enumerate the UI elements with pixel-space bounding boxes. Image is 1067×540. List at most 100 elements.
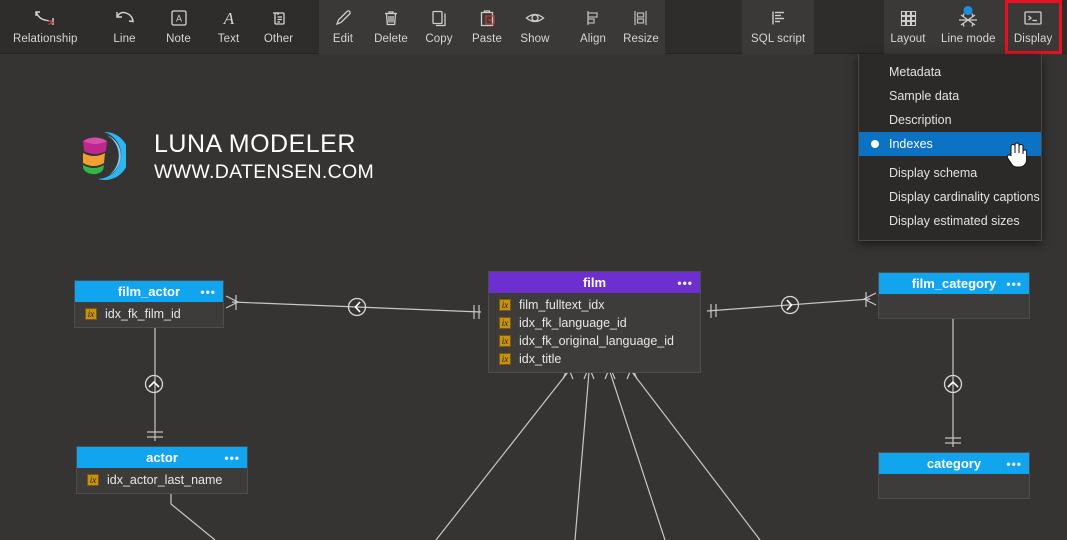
table-header[interactable]: category ••• <box>879 453 1029 474</box>
index-row[interactable]: ix film_fulltext_idx <box>489 296 700 314</box>
relationship-icon <box>33 5 57 31</box>
table-header[interactable]: actor ••• <box>77 447 247 468</box>
index-icon: ix <box>499 335 511 347</box>
index-name: film_fulltext_idx <box>519 298 605 312</box>
index-row[interactable]: ix idx_fk_film_id <box>75 305 223 323</box>
paste-icon <box>476 5 498 31</box>
resize-icon <box>630 5 652 31</box>
layout-button[interactable]: Layout <box>884 0 932 54</box>
table-menu-icon[interactable]: ••• <box>1006 458 1022 470</box>
table-name: actor <box>146 450 178 465</box>
text-icon: A <box>218 5 240 31</box>
table-menu-icon[interactable]: ••• <box>1006 278 1022 290</box>
edit-label: Edit <box>332 33 354 45</box>
pencil-icon <box>332 5 354 31</box>
menu-item-label: Display cardinality captions <box>889 190 1040 204</box>
index-name: idx_fk_film_id <box>105 307 181 321</box>
menu-item-metadata[interactable]: Metadata <box>859 60 1041 84</box>
sql-script-label: SQL script <box>751 33 806 45</box>
menu-item-display-cardinality-captions[interactable]: Display cardinality captions <box>859 185 1041 209</box>
line-mode-indicator-dot <box>963 6 973 15</box>
relationship-button[interactable]: Relationship <box>4 0 87 54</box>
index-icon: ix <box>85 308 97 320</box>
toolbar-group-view: Layout Line mode Display <box>884 0 1062 54</box>
table-header[interactable]: film_category ••• <box>879 273 1029 294</box>
other-icon <box>268 5 290 31</box>
table-name: film_actor <box>117 284 181 299</box>
index-icon: ix <box>87 474 99 486</box>
mouse-cursor-hand-icon <box>1004 140 1030 175</box>
relationship-label: Relationship <box>13 33 78 45</box>
index-row[interactable]: ix idx_actor_last_name <box>77 471 247 489</box>
other-button[interactable]: Other <box>255 0 303 54</box>
index-name: idx_actor_last_name <box>107 473 223 487</box>
table-film[interactable]: film ••• ix film_fulltext_idx ix idx_fk_… <box>488 271 701 373</box>
note-button[interactable]: A Note <box>155 0 203 54</box>
svg-text:A: A <box>222 9 234 28</box>
table-header[interactable]: film_actor ••• <box>75 281 223 302</box>
delete-button[interactable]: Delete <box>367 0 415 54</box>
table-name: film_category <box>911 276 997 291</box>
index-name: idx_fk_original_language_id <box>519 334 674 348</box>
menu-item-description[interactable]: Description <box>859 108 1041 132</box>
table-film-category[interactable]: film_category ••• <box>878 272 1030 319</box>
menu-item-display-estimated-sizes[interactable]: Display estimated sizes <box>859 209 1041 233</box>
index-row[interactable]: ix idx_fk_original_language_id <box>489 332 700 350</box>
line-mode-label: Line mode <box>941 33 996 45</box>
menu-item-label: Metadata <box>889 65 942 79</box>
index-name: idx_title <box>519 352 562 366</box>
luna-modeler-logo-icon <box>74 128 129 185</box>
index-icon: ix <box>499 317 511 329</box>
table-header[interactable]: film ••• <box>489 272 700 293</box>
text-button[interactable]: A Text <box>205 0 253 54</box>
menu-item-label: Indexes <box>889 137 933 151</box>
line-button[interactable]: Line <box>101 0 149 54</box>
index-row[interactable]: ix idx_title <box>489 350 700 368</box>
index-row[interactable]: ix idx_fk_language_id <box>489 314 700 332</box>
display-button[interactable]: Display <box>1004 0 1062 54</box>
index-name: idx_fk_language_id <box>519 316 627 330</box>
selected-radio-icon <box>871 140 879 148</box>
table-body: ix film_fulltext_idx ix idx_fk_language_… <box>489 293 700 372</box>
table-film-actor[interactable]: film_actor ••• ix idx_fk_film_id <box>74 280 224 328</box>
menu-item-sample-data[interactable]: Sample data <box>859 84 1041 108</box>
table-menu-icon[interactable]: ••• <box>200 286 216 298</box>
sql-script-button[interactable]: SQL script <box>742 0 814 54</box>
menu-item-label: Display schema <box>889 166 978 180</box>
align-button[interactable]: Align <box>569 0 617 54</box>
eye-icon <box>523 5 547 31</box>
layout-label: Layout <box>890 33 926 45</box>
index-icon: ix <box>499 353 511 365</box>
resize-label: Resize <box>623 33 659 45</box>
table-body: ix idx_fk_film_id <box>75 302 223 327</box>
sql-script-icon <box>767 5 789 31</box>
toolbar-group-arrange: Align Resize <box>569 0 665 54</box>
table-menu-icon[interactable]: ••• <box>224 452 240 464</box>
brand-text: LUNA MODELER WWW.DATENSEN.COM <box>154 129 374 185</box>
edit-button[interactable]: Edit <box>319 0 367 54</box>
line-mode-button[interactable]: Line mode <box>932 0 1005 54</box>
trash-icon <box>380 5 402 31</box>
display-icon <box>1021 5 1045 31</box>
index-icon: ix <box>499 299 511 311</box>
paste-button[interactable]: Paste <box>463 0 511 54</box>
brand-title: LUNA MODELER <box>154 129 356 158</box>
resize-button[interactable]: Resize <box>617 0 665 54</box>
toolbar-group-edit: Edit Delete Copy Paste Show <box>319 0 607 54</box>
table-category[interactable]: category ••• <box>878 452 1030 499</box>
delete-label: Delete <box>374 33 408 45</box>
table-menu-icon[interactable]: ••• <box>677 277 693 289</box>
copy-icon <box>428 5 450 31</box>
menu-item-label: Sample data <box>889 89 960 103</box>
luna-modeler-window: Relationship Line A Note A Text Other Ed… <box>0 0 1067 540</box>
table-body <box>879 474 1029 498</box>
brand-subtitle: WWW.DATENSEN.COM <box>154 160 375 183</box>
menu-item-label: Display estimated sizes <box>889 214 1020 228</box>
table-actor[interactable]: actor ••• ix idx_actor_last_name <box>76 446 248 494</box>
line-label: Line <box>113 33 136 45</box>
copy-button[interactable]: Copy <box>415 0 463 54</box>
show-button[interactable]: Show <box>511 0 559 54</box>
other-label: Other <box>263 33 294 45</box>
paste-label: Paste <box>472 33 502 45</box>
table-name: category <box>926 456 982 471</box>
